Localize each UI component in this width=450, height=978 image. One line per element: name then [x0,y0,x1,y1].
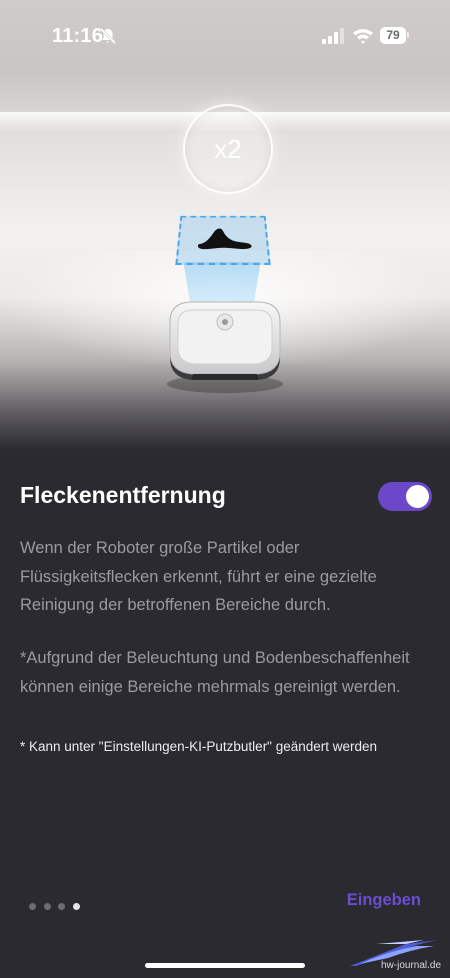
page-dot-active[interactable] [72,903,80,910]
cellular-signal-icon [322,28,344,44]
feature-description: Wenn der Roboter große Partikel oder Flü… [20,539,377,614]
enter-button[interactable]: Eingeben [347,891,421,910]
feature-toggle[interactable] [378,482,432,511]
silent-mode-icon [99,27,117,45]
toggle-knob [406,485,429,508]
battery-indicator: 79 [380,27,406,44]
wifi-icon [353,29,373,44]
page-indicator [29,897,87,910]
page-dot[interactable] [29,903,36,910]
status-time: 11:16 [52,25,104,47]
status-bar: 11:16 79 [0,0,450,70]
home-indicator[interactable] [145,963,305,968]
settings-footnote: * Kann unter "Einstellungen-KI-Putzbutle… [20,739,378,754]
feature-note: *Aufgrund der Beleuchtung und Bodenbesch… [20,649,410,696]
repeat-count-badge: x2 [183,104,273,194]
watermark-text: hw-journal.de [381,960,442,971]
stain-icon [197,228,252,250]
page-dot[interactable] [58,903,65,910]
page-dot[interactable] [43,903,51,910]
battery-cap [407,32,409,38]
feature-title: Fleckenentfernung [20,482,226,508]
robot-vacuum-icon [167,301,283,393]
